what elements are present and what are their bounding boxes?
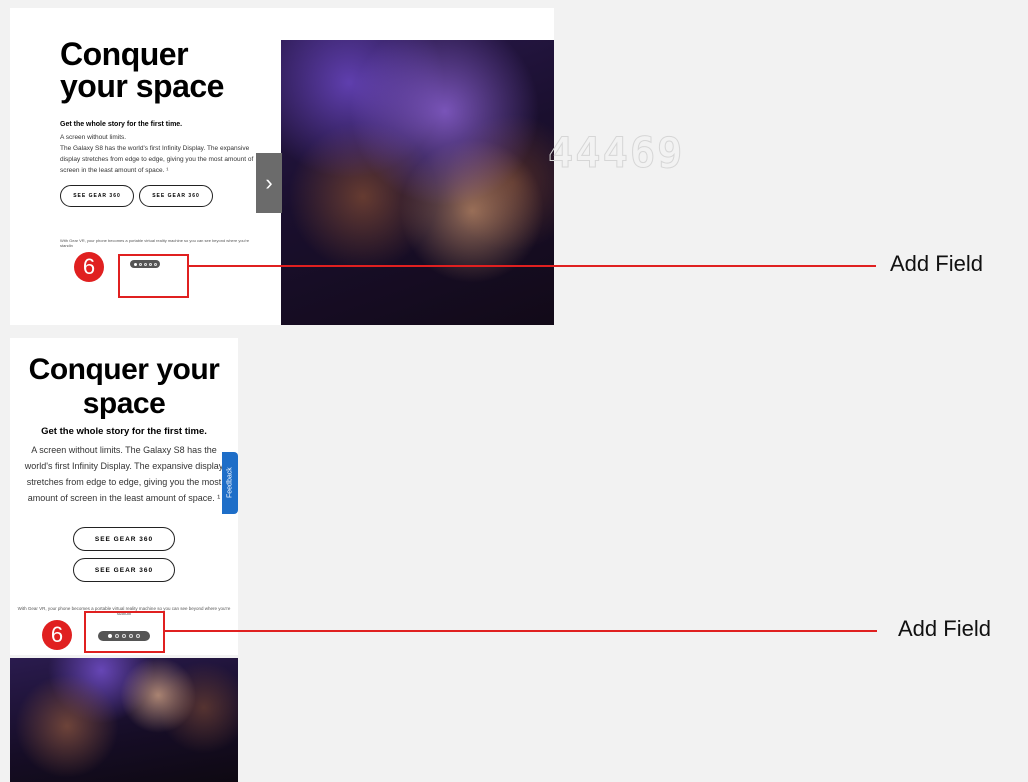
annotation-callout-label: Add Field bbox=[890, 251, 983, 276]
mobile-hero-title: Conquer your space bbox=[28, 353, 220, 420]
hero-body-line: A screen without limits. bbox=[60, 134, 127, 141]
annotation-leader-line bbox=[165, 630, 877, 632]
mobile-hero-body: A screen without limits. The Galaxy S8 h… bbox=[24, 445, 224, 503]
mobile-hero-photo-selfie-group bbox=[10, 658, 238, 782]
mobile-hero-panel: Conquer your space Get the whole story f… bbox=[10, 338, 238, 655]
gear-vr-fine-print: With Gear VR, your phone becomes a porta… bbox=[60, 238, 250, 248]
mobile-see-gear-360-button[interactable]: SEE GEAR 360 bbox=[73, 527, 175, 551]
hero-body-line: The Galaxy S8 has the world's first Infi… bbox=[60, 145, 254, 174]
hero-body: A screen without limits. The Galaxy S8 h… bbox=[60, 132, 260, 176]
carousel-next-button[interactable]: › bbox=[256, 153, 282, 213]
annotation-callout-label: Add Field bbox=[898, 616, 991, 641]
annotation-marker: 6 bbox=[42, 620, 72, 650]
feedback-tab[interactable]: Feedback bbox=[222, 452, 238, 514]
hero-title: Conquer your space bbox=[60, 36, 224, 104]
see-gear-360-button-secondary[interactable]: SEE GEAR 360 bbox=[139, 185, 213, 207]
annotation-marker: 6 bbox=[74, 252, 104, 282]
mobile-see-gear-360-button-secondary[interactable]: SEE GEAR 360 bbox=[73, 558, 175, 582]
hero-subhead: Get the whole story for the first time. bbox=[60, 121, 183, 128]
annotation-highlight-box bbox=[118, 254, 189, 298]
annotation-highlight-box bbox=[84, 611, 165, 653]
dotted-watermark-number: 44469 bbox=[547, 128, 685, 178]
feedback-label: Feedback bbox=[226, 467, 234, 499]
annotation-leader-line bbox=[189, 265, 876, 267]
chevron-right-icon: › bbox=[265, 170, 273, 195]
see-gear-360-button[interactable]: SEE GEAR 360 bbox=[60, 185, 134, 207]
mobile-hero-subhead: Get the whole story for the first time. bbox=[41, 426, 207, 437]
hero-photo-selfie-group bbox=[281, 40, 554, 325]
